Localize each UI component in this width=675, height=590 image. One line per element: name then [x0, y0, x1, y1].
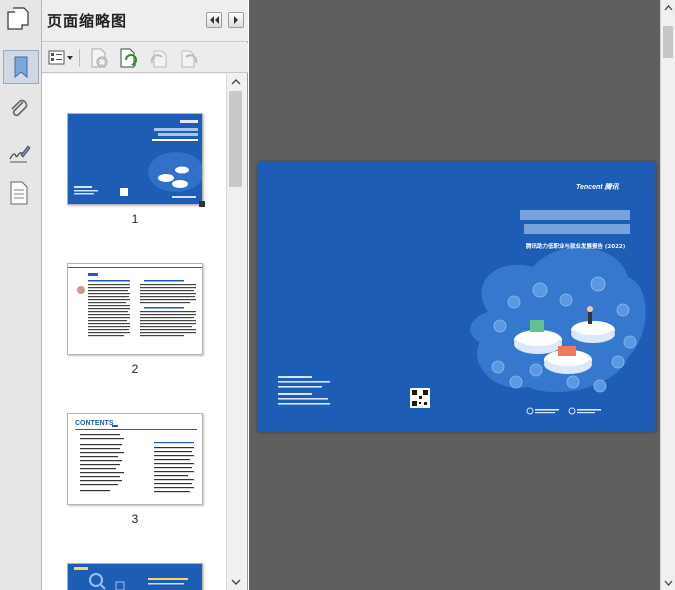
document-page-cover: Tencent 腾讯 腾讯助力低职业与就业发展报告 (2022) [258, 162, 656, 432]
page-4-thumbnail-image [68, 564, 202, 590]
rotate-page-button[interactable] [118, 47, 140, 69]
undo-button[interactable] [148, 47, 170, 69]
document-scrollbar[interactable] [660, 0, 675, 590]
paperclip-icon [11, 99, 28, 117]
page-thumbnails-panel: 页面缩略图 1 2 CONTENTS 3 [42, 0, 248, 590]
cover-thumbnail-image [68, 114, 202, 204]
thumbnail-scrollbar[interactable] [226, 74, 244, 590]
chevron-down-icon [664, 580, 672, 586]
thumbnail-label-2: 2 [131, 362, 139, 376]
chevron-down-icon [231, 579, 241, 585]
panel-header: 页面缩略图 [42, 0, 248, 42]
cover-brand-logo: Tencent 腾讯 [576, 184, 619, 191]
document-scroll-up-button[interactable] [663, 3, 673, 13]
page-thumbnail-resize-handle[interactable] [199, 201, 205, 207]
contents-page-thumbnail-image [75, 425, 197, 493]
disabled-icon [181, 50, 198, 68]
cover-subtitle: 腾讯助力低职业与就业发展报告 (2022) [526, 244, 626, 250]
cover-artwork [258, 162, 656, 432]
page-thumbnail-4[interactable] [67, 563, 203, 590]
attachments-button[interactable] [4, 94, 34, 124]
pages-icon [7, 7, 29, 30]
thumbnail-toolbar [42, 43, 248, 73]
thumbnail-list[interactable]: 1 2 CONTENTS 3 [42, 74, 226, 590]
page-thumbnail-2[interactable] [67, 263, 203, 355]
navigation-rail [0, 0, 42, 590]
thumbnail-options-button[interactable] [48, 47, 74, 69]
panel-title: 页面缩略图 [47, 12, 128, 30]
double-chevron-left-icon [210, 16, 219, 24]
bookmark-icon [14, 56, 28, 79]
document-scroll-down-button[interactable] [663, 578, 673, 588]
document-view[interactable]: Tencent 腾讯 腾讯助力低职业与就业发展报告 (2022) [249, 0, 660, 590]
document-scroll-thumb[interactable] [663, 26, 673, 58]
thumbnail-scroll-up-button[interactable] [227, 74, 245, 90]
text-page-thumbnail-image [68, 264, 202, 354]
signature-icon [9, 145, 31, 163]
thumbnail-scroll-thumb[interactable] [229, 91, 242, 187]
expand-panel-button[interactable] [228, 12, 244, 28]
thumbnail-options-icon [48, 50, 73, 65]
thumbnail-label-3: 3 [131, 512, 139, 526]
chevron-right-icon [234, 16, 238, 24]
content-button[interactable] [4, 178, 34, 208]
chevron-up-icon [664, 5, 672, 11]
bookmarks-button[interactable] [3, 50, 39, 84]
chevron-up-icon [231, 79, 241, 85]
page-thumbnail-3[interactable]: CONTENTS [67, 413, 203, 505]
page-thumbnail-1[interactable] [67, 113, 203, 205]
collapse-panel-button[interactable] [206, 12, 222, 28]
redo-button[interactable] [178, 47, 200, 69]
signatures-button[interactable] [4, 138, 34, 168]
delete-page-button[interactable] [88, 47, 110, 69]
delete-page-icon [91, 48, 108, 68]
toolbar-divider [79, 49, 80, 67]
disabled-icon [150, 50, 167, 68]
pages-panel-button[interactable] [3, 4, 33, 34]
thumbnail-label-1: 1 [131, 212, 139, 226]
rotate-page-icon [120, 48, 137, 68]
document-icon [10, 181, 28, 205]
thumbnail-scroll-down-button[interactable] [227, 574, 245, 590]
